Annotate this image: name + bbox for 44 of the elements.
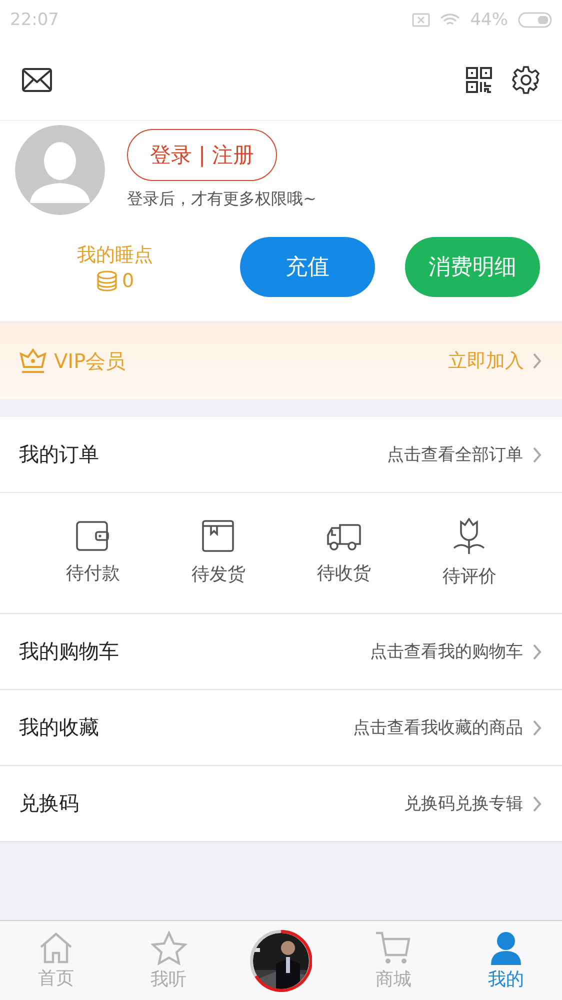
orders-title: 我的订单 [19,441,99,468]
points-label: 我的睡点 [77,243,153,268]
cart-icon [375,930,412,964]
menu-link[interactable]: 点击查看我收藏的商品 [353,716,542,739]
no-sim-icon [412,13,430,27]
menu-link[interactable]: 点击查看我的购物车 [370,640,542,663]
vip-label: VIP会员 [54,348,126,374]
box-icon [202,520,234,552]
person-icon [488,930,523,964]
chevron-right-icon [532,642,542,660]
order-status-button[interactable]: 待付款 [30,493,156,613]
order-status-button[interactable]: 待发货 [156,493,281,613]
chevron-right-icon [532,352,542,370]
points-value: 0 [122,270,134,292]
order-status-button[interactable]: 待收货 [281,493,406,613]
flower-icon [452,518,486,554]
tab[interactable]: 我听 [112,921,225,1000]
truck-icon [326,521,361,551]
chevron-right-icon [532,794,542,812]
login-hint: 登录后，才有更多权限哦~ [127,189,316,210]
wifi-icon [440,13,460,27]
home-icon [39,932,74,964]
star-icon [150,930,187,964]
menu-title: 兑换码 [19,790,79,817]
qr-code-icon[interactable] [466,67,492,93]
all-orders-link[interactable]: 点击查看全部订单 [387,443,542,466]
wallet-icon [76,521,110,551]
spending-details-button[interactable]: 消费明细 [405,237,540,297]
tab[interactable]: 我的 [450,921,562,1000]
menu-title: 我的收藏 [19,714,99,741]
menu-title: 我的购物车 [19,638,119,665]
order-status-button[interactable]: 待评价 [406,493,532,613]
chevron-right-icon [532,718,542,736]
login-register-button[interactable]: 登录 | 注册 [127,129,277,181]
recharge-button[interactable]: 充值 [240,237,375,297]
tab[interactable]: 首页 [0,921,112,1000]
settings-icon[interactable] [512,66,540,94]
crown-icon [18,347,48,375]
mail-icon[interactable] [22,68,52,92]
coins-icon [96,270,118,292]
chevron-right-icon [532,446,542,464]
menu-link[interactable]: 兑换码兑换专辑 [404,792,542,815]
tab[interactable]: 商城 [337,921,450,1000]
battery-icon [518,12,552,28]
